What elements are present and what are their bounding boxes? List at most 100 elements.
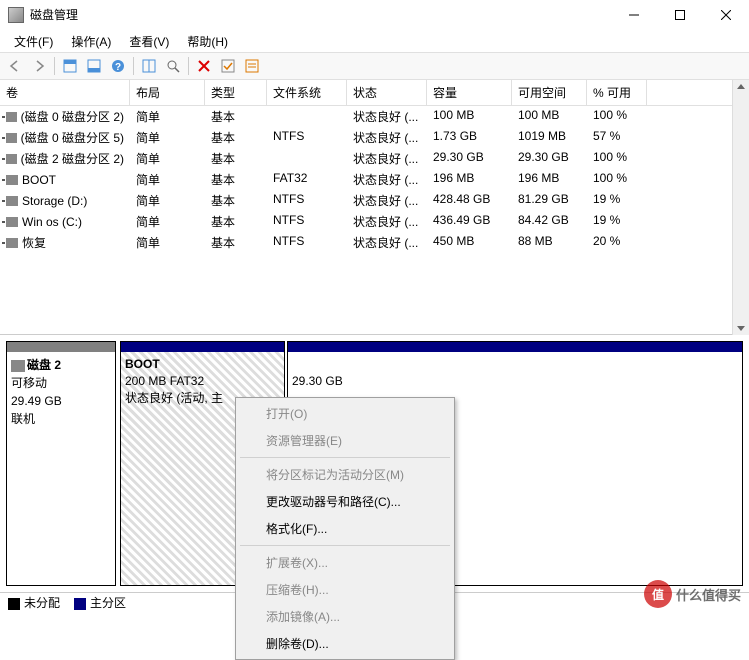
legend-swatch-primary: [74, 598, 86, 610]
volume-free: 88 MB: [512, 232, 587, 253]
volume-capacity: 1.73 GB: [427, 127, 512, 148]
ctx-open[interactable]: 打开(O): [238, 400, 452, 427]
col-free[interactable]: 可用空间: [512, 80, 587, 105]
volume-capacity: 428.48 GB: [427, 190, 512, 211]
col-capacity[interactable]: 容量: [427, 80, 512, 105]
volume-row[interactable]: 恢复简单基本NTFS状态良好 (...450 MB88 MB20 %: [0, 232, 749, 253]
volume-name: Win os (C:): [22, 215, 82, 229]
menu-file[interactable]: 文件(F): [6, 31, 61, 52]
menu-help[interactable]: 帮助(H): [179, 31, 236, 52]
volume-icon: [6, 175, 18, 185]
volume-list-header: 卷 布局 类型 文件系统 状态 容量 可用空间 % 可用: [0, 80, 749, 106]
col-status[interactable]: 状态: [347, 80, 427, 105]
volume-free: 29.30 GB: [512, 148, 587, 169]
help-button[interactable]: ?: [107, 55, 129, 77]
view-bottom-button[interactable]: [83, 55, 105, 77]
volume-type: 基本: [205, 106, 267, 127]
ctx-shrink[interactable]: 压缩卷(H)...: [238, 576, 452, 603]
col-layout[interactable]: 布局: [130, 80, 205, 105]
volume-row[interactable]: (磁盘 2 磁盘分区 2)简单基本状态良好 (...29.30 GB29.30 …: [0, 148, 749, 169]
forward-button[interactable]: [28, 55, 50, 77]
ctx-separator: [240, 457, 450, 458]
volume-row[interactable]: Win os (C:)简单基本NTFS状态良好 (...436.49 GB84.…: [0, 211, 749, 232]
maximize-button[interactable]: [657, 0, 703, 30]
volume-icon: [6, 217, 18, 227]
watermark-text: 什么值得买: [676, 585, 741, 604]
ctx-change-drive[interactable]: 更改驱动器号和路径(C)...: [238, 488, 452, 515]
disk-online: 联机: [11, 410, 111, 428]
minimize-button[interactable]: [611, 0, 657, 30]
svg-text:?: ?: [115, 62, 121, 73]
volume-list[interactable]: 卷 布局 类型 文件系统 状态 容量 可用空间 % 可用 (磁盘 0 磁盘分区 …: [0, 80, 749, 335]
ctx-mark-active[interactable]: 将分区标记为活动分区(M): [238, 461, 452, 488]
disk-info-box[interactable]: 磁盘 2 可移动 29.49 GB 联机: [6, 341, 116, 586]
ctx-extend[interactable]: 扩展卷(X)...: [238, 549, 452, 576]
toolbar: ?: [0, 52, 749, 80]
context-menu: 打开(O) 资源管理器(E) 将分区标记为活动分区(M) 更改驱动器号和路径(C…: [235, 397, 455, 660]
volume-status: 状态良好 (...: [347, 169, 427, 190]
volume-percent: 20 %: [587, 232, 647, 253]
volume-capacity: 100 MB: [427, 106, 512, 127]
volume-name: Storage (D:): [22, 194, 87, 208]
title-bar: 磁盘管理: [0, 0, 749, 30]
disk-label: 磁盘 2: [27, 358, 61, 372]
volume-layout: 简单: [130, 106, 205, 127]
volume-type: 基本: [205, 169, 267, 190]
volume-icon: [6, 238, 18, 248]
app-icon: [8, 7, 24, 23]
volume-icon: [6, 112, 17, 122]
volume-percent: 57 %: [587, 127, 647, 148]
legend-swatch-unallocated: [8, 598, 20, 610]
ctx-explorer[interactable]: 资源管理器(E): [238, 427, 452, 454]
volume-fs: NTFS: [267, 232, 347, 253]
volume-layout: 简单: [130, 232, 205, 253]
volume-layout: 简单: [130, 190, 205, 211]
volume-status: 状态良好 (...: [347, 232, 427, 253]
partition-status: 状态良好 (活动, 主: [125, 391, 223, 405]
ctx-format[interactable]: 格式化(F)...: [238, 515, 452, 542]
volume-icon: [6, 196, 18, 206]
volume-icon: [6, 133, 17, 143]
volume-free: 1019 MB: [512, 127, 587, 148]
toolbar-separator: [133, 57, 134, 75]
volume-name: BOOT: [22, 173, 56, 187]
volume-capacity: 196 MB: [427, 169, 512, 190]
volume-status: 状态良好 (...: [347, 127, 427, 148]
volume-percent: 100 %: [587, 148, 647, 169]
volume-row[interactable]: (磁盘 0 磁盘分区 5)简单基本NTFS状态良好 (...1.73 GB101…: [0, 127, 749, 148]
legend-unallocated: 未分配: [24, 596, 60, 610]
view-top-button[interactable]: [59, 55, 81, 77]
col-percent[interactable]: % 可用: [587, 80, 647, 105]
volume-capacity: 29.30 GB: [427, 148, 512, 169]
ctx-delete[interactable]: 删除卷(D)...: [238, 630, 452, 657]
volume-fs: NTFS: [267, 190, 347, 211]
volume-fs: NTFS: [267, 127, 347, 148]
ctx-add-mirror[interactable]: 添加镜像(A)...: [238, 603, 452, 630]
vertical-scrollbar[interactable]: [732, 80, 749, 335]
volume-capacity: 436.49 GB: [427, 211, 512, 232]
window-title: 磁盘管理: [30, 6, 611, 23]
volume-type: 基本: [205, 232, 267, 253]
search-button[interactable]: [162, 55, 184, 77]
volume-type: 基本: [205, 211, 267, 232]
settings-button[interactable]: [138, 55, 160, 77]
volume-fs: [267, 148, 347, 169]
check-button[interactable]: [217, 55, 239, 77]
list-button[interactable]: [241, 55, 263, 77]
toolbar-separator: [54, 57, 55, 75]
volume-row[interactable]: (磁盘 0 磁盘分区 2)简单基本状态良好 (...100 MB100 MB10…: [0, 106, 749, 127]
delete-button[interactable]: [193, 55, 215, 77]
volume-name: (磁盘 2 磁盘分区 2): [21, 150, 124, 167]
back-button[interactable]: [4, 55, 26, 77]
volume-percent: 19 %: [587, 190, 647, 211]
close-button[interactable]: [703, 0, 749, 30]
volume-status: 状态良好 (...: [347, 190, 427, 211]
volume-row[interactable]: Storage (D:)简单基本NTFS状态良好 (...428.48 GB81…: [0, 190, 749, 211]
col-type[interactable]: 类型: [205, 80, 267, 105]
col-fs[interactable]: 文件系统: [267, 80, 347, 105]
disk-icon: [11, 360, 25, 372]
menu-action[interactable]: 操作(A): [63, 31, 119, 52]
col-volume[interactable]: 卷: [0, 80, 130, 105]
volume-row[interactable]: BOOT简单基本FAT32状态良好 (...196 MB196 MB100 %: [0, 169, 749, 190]
menu-view[interactable]: 查看(V): [121, 31, 177, 52]
